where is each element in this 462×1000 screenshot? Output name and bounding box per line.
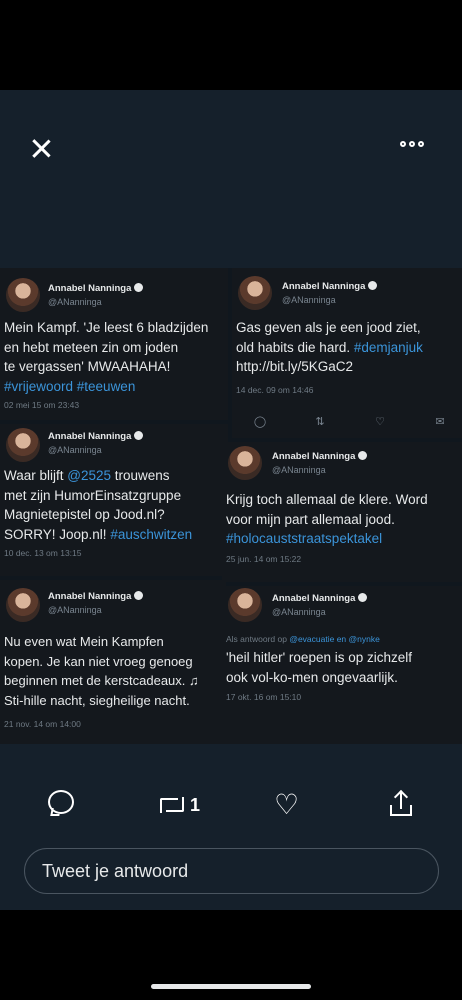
tweet-author-name: Annabel Nanninga xyxy=(48,283,144,294)
tweet-date: 02 mei 15 om 23:43 xyxy=(4,400,80,410)
retweet-icon xyxy=(158,794,186,816)
tweet-author-name: Annabel Nanninga xyxy=(48,591,144,602)
avatar xyxy=(228,588,262,622)
verified-icon xyxy=(134,431,144,440)
tweet-date: 25 jun. 14 om 15:22 xyxy=(226,554,302,564)
more-options-button[interactable] xyxy=(400,134,436,154)
verified-icon xyxy=(358,593,368,602)
tweet-card: Annabel Nanninga @ANanninga Nu even wat … xyxy=(0,580,226,744)
tweet-handle: @ANanninga xyxy=(272,607,326,617)
tweet-text: 'heil hitler' roepen is op zichzelf ook v… xyxy=(226,650,413,685)
tweet-author-name: Annabel Nanninga xyxy=(272,451,368,462)
tweet-handle: @ANanninga xyxy=(282,295,336,305)
reply-icon: ◯ xyxy=(253,416,267,428)
tweet-text: Krijg toch allemaal de klere. Word voor m… xyxy=(226,492,428,546)
verified-icon xyxy=(368,281,378,290)
tweet-date: 17 okt. 16 om 15:10 xyxy=(226,692,302,702)
tweet-text: Nu even wat Mein Kampfen kopen. Je kan ni… xyxy=(4,634,199,708)
reply-input[interactable]: Tweet je antwoord xyxy=(24,848,439,894)
avatar xyxy=(6,588,40,622)
tweet-text: Gas geven als je een jood ziet, old habit… xyxy=(236,320,423,374)
retweet-count: 1 xyxy=(190,794,201,815)
tweet-card: Annabel Nanninga @ANanninga Als antwoord… xyxy=(222,586,462,744)
share-icon[interactable] xyxy=(388,789,414,818)
close-button[interactable] xyxy=(30,132,64,166)
like-icon[interactable]: ♡ xyxy=(274,790,299,820)
avatar xyxy=(6,428,40,462)
reply-icon[interactable] xyxy=(48,790,74,814)
message-icon: ✉ xyxy=(435,416,445,428)
tweet-handle: @ANanninga xyxy=(272,465,326,475)
tweet-date: 14 dec. 09 om 14:46 xyxy=(236,385,314,395)
tweet-action-bar: ◯ ⇅ ♡ ✉ xyxy=(230,415,462,428)
tweet-actions-bar: 1 ♡ xyxy=(0,790,462,820)
tweet-author-name: Annabel Nanninga xyxy=(272,593,368,604)
avatar xyxy=(6,278,40,312)
retweet-icon: ⇅ xyxy=(315,416,325,428)
tweet-card: Annabel Nanninga @ANanninga Waar blijft … xyxy=(0,424,228,576)
home-indicator[interactable] xyxy=(151,984,311,989)
verified-icon xyxy=(358,451,368,460)
reply-placeholder: Tweet je antwoord xyxy=(42,861,189,881)
avatar xyxy=(228,446,262,480)
verified-icon xyxy=(134,591,144,600)
tweet-handle: @ANanninga xyxy=(48,297,102,307)
retweet-button[interactable]: 1 xyxy=(158,790,200,820)
tweet-author-name: Annabel Nanninga xyxy=(282,281,378,292)
tweet-card: Annabel Nanninga @ANanninga Mein Kampf. … xyxy=(0,268,228,420)
tweet-handle: @ANanninga xyxy=(48,445,102,455)
tweet-card: Annabel Nanninga @ANanninga Krijg toch a… xyxy=(222,442,462,582)
tweet-date: 10 dec. 13 om 13:15 xyxy=(4,548,82,558)
tweet-date: 21 nov. 14 om 14:00 xyxy=(4,719,81,729)
verified-icon xyxy=(134,283,144,292)
reply-context: Als antwoord op @evacuatie en @nynke xyxy=(226,634,380,644)
avatar xyxy=(238,276,272,310)
tweet-handle: @ANanninga xyxy=(48,605,102,615)
tweet-author-name: Annabel Nanninga xyxy=(48,431,144,442)
like-icon: ♡ xyxy=(375,416,385,428)
tweet-text: Waar blijft @2525 trouwens met zijn Humor… xyxy=(4,468,193,542)
media-viewer: Annabel Nanninga @ANanninga Mein Kampf. … xyxy=(0,90,462,910)
tweet-text: Mein Kampf. 'Je leest 6 bladzijden en heb… xyxy=(4,320,209,394)
tweet-card: Annabel Nanninga @ANanninga Gas geven al… xyxy=(232,268,462,438)
tweet-screenshot-collage: Annabel Nanninga @ANanninga Mein Kampf. … xyxy=(0,268,462,744)
